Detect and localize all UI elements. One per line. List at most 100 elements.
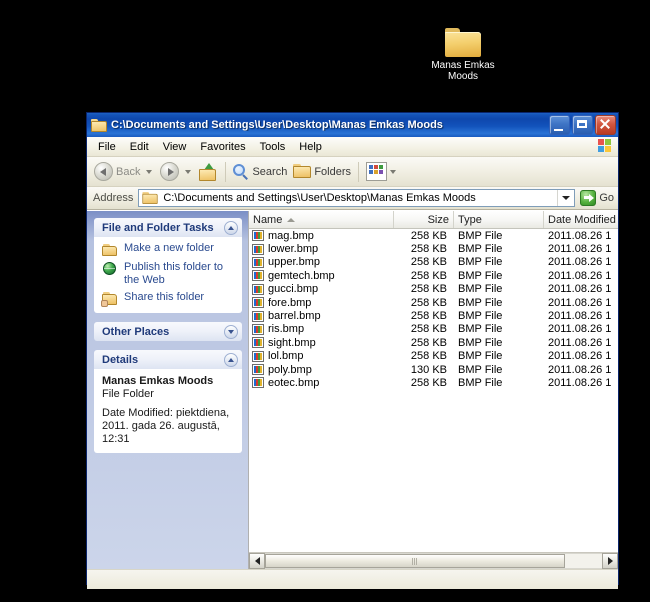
file-date-cell: 2011.08.26 1	[548, 350, 612, 363]
file-size-cell: 258 KB	[410, 310, 447, 323]
file-row[interactable]: gucci.bmp 258 KB BMP File 2011.08.26 1	[249, 283, 618, 296]
new-folder-icon	[102, 243, 119, 257]
menu-item-edit[interactable]: Edit	[123, 139, 156, 155]
chevron-up-icon[interactable]	[224, 220, 238, 235]
file-row[interactable]: upper.bmp 258 KB BMP File 2011.08.26 1	[249, 256, 618, 269]
file-name-label: lol.bmp	[268, 350, 304, 363]
file-date-cell: 2011.08.26 1	[548, 376, 612, 389]
go-button[interactable]: Go	[580, 190, 614, 206]
address-bar: Address C:\Documents and Settings\User\D…	[87, 187, 618, 210]
views-dropdown-caret-icon[interactable]	[390, 169, 397, 174]
panel-title-other-places: Other Places	[102, 325, 170, 338]
column-header-size-label: Size	[427, 213, 449, 226]
file-row[interactable]: fore.bmp 258 KB BMP File 2011.08.26 1	[249, 296, 618, 309]
file-name-label: gemtech.bmp	[268, 269, 335, 282]
column-header-name[interactable]: Name	[249, 211, 394, 228]
file-date-cell: 2011.08.26 1	[548, 296, 612, 309]
toolbar-separator-2	[358, 161, 360, 182]
column-header-size[interactable]: Size	[394, 211, 454, 228]
panel-other-places: Other Places	[94, 322, 242, 341]
file-name-label: upper.bmp	[268, 256, 320, 269]
file-row[interactable]: lower.bmp 258 KB BMP File 2011.08.26 1	[249, 242, 618, 255]
folder-icon	[445, 28, 481, 57]
chevron-up-icon-details[interactable]	[224, 352, 238, 367]
back-dropdown-caret-icon[interactable]	[146, 169, 153, 174]
search-button[interactable]: Search	[230, 162, 290, 182]
task-publish-this-folder-to-the-web[interactable]: Publish this folder to the Web	[102, 261, 236, 287]
column-header-date-modified[interactable]: Date Modified	[544, 211, 618, 228]
file-list-pane: Name Size Type Date Modified mag.bmp 258 …	[248, 211, 618, 569]
panel-body-file-and-folder-tasks: Make a new folder Publish this folder to…	[94, 237, 242, 313]
file-type-cell: BMP File	[458, 350, 503, 363]
address-value: C:\Documents and Settings\User\Desktop\M…	[163, 192, 476, 204]
minimize-button[interactable]	[549, 115, 570, 135]
panel-header-other-places[interactable]: Other Places	[94, 322, 242, 341]
forward-arrow-icon	[160, 162, 180, 181]
folders-button[interactable]: Folders	[290, 162, 354, 181]
file-name-cell: barrel.bmp	[249, 310, 394, 322]
panel-header-details[interactable]: Details	[94, 350, 242, 369]
file-name-label: mag.bmp	[268, 229, 314, 242]
file-row[interactable]: mag.bmp 258 KB BMP File 2011.08.26 1	[249, 229, 618, 242]
panel-header-file-and-folder-tasks[interactable]: File and Folder Tasks	[94, 218, 242, 237]
address-input[interactable]: C:\Documents and Settings\User\Desktop\M…	[138, 189, 576, 207]
menu-item-tools[interactable]: Tools	[253, 139, 293, 155]
file-name-cell: gucci.bmp	[249, 283, 394, 295]
file-row[interactable]: ris.bmp 258 KB BMP File 2011.08.26 1	[249, 323, 618, 336]
scrollbar-thumb[interactable]	[265, 554, 565, 568]
close-button[interactable]	[595, 115, 616, 135]
file-list-rows: mag.bmp 258 KB BMP File 2011.08.26 1 lower.b…	[249, 229, 618, 552]
scroll-left-button[interactable]	[249, 553, 265, 569]
file-row[interactable]: eotec.bmp 258 KB BMP File 2011.08.26 1	[249, 376, 618, 389]
task-share-this-folder[interactable]: Share this folder	[101, 291, 236, 307]
file-row[interactable]: gemtech.bmp 258 KB BMP File 2011.08.26 1	[249, 269, 618, 282]
file-size-cell: 258 KB	[410, 256, 447, 269]
views-button[interactable]	[363, 160, 404, 183]
bmp-file-icon	[252, 337, 264, 349]
bmp-file-icon	[252, 297, 264, 309]
file-name-cell: mag.bmp	[249, 230, 394, 242]
file-type-cell: BMP File	[458, 269, 503, 282]
maximize-button[interactable]	[572, 115, 593, 135]
forward-button[interactable]	[157, 160, 182, 183]
toolbar-separator	[225, 161, 227, 182]
file-date-cell: 2011.08.26 1	[548, 323, 612, 336]
file-row[interactable]: sight.bmp 258 KB BMP File 2011.08.26 1	[249, 336, 618, 349]
back-button[interactable]: Back	[91, 160, 143, 183]
menu-item-file[interactable]: File	[91, 139, 123, 155]
menu-item-help[interactable]: Help	[292, 139, 329, 155]
desktop-folder-icon-manas-emkas-moods[interactable]: Manas Emkas Moods	[428, 28, 498, 82]
details-date-modified: Date Modified: piektdiena, 2011. gada 26…	[102, 407, 230, 445]
file-row[interactable]: poly.bmp 130 KB BMP File 2011.08.26 1	[249, 363, 618, 376]
horizontal-scrollbar[interactable]	[249, 552, 618, 569]
forward-dropdown-caret-icon[interactable]	[185, 169, 192, 174]
address-folder-icon	[142, 191, 159, 205]
up-button[interactable]	[196, 161, 221, 183]
menu-bar: File Edit View Favorites Tools Help	[87, 137, 618, 157]
file-name-label: gucci.bmp	[268, 283, 319, 296]
file-name-label: fore.bmp	[268, 296, 312, 309]
menu-item-view[interactable]: View	[156, 139, 194, 155]
task-make-a-new-folder[interactable]: Make a new folder	[102, 242, 236, 257]
column-header-type-label: Type	[458, 213, 482, 226]
file-date-cell: 2011.08.26 1	[548, 310, 612, 323]
menu-item-favorites[interactable]: Favorites	[193, 139, 252, 155]
column-header-date-modified-label: Date Modified	[548, 213, 616, 226]
column-header-name-label: Name	[253, 213, 283, 226]
search-button-label: Search	[252, 165, 288, 178]
file-row[interactable]: lol.bmp 258 KB BMP File 2011.08.26 1	[249, 350, 618, 363]
details-folder-name: Manas Emkas Moods	[102, 375, 214, 387]
go-arrow-icon	[580, 190, 597, 206]
file-size-cell: 258 KB	[410, 336, 447, 349]
title-bar[interactable]: C:\Documents and Settings\User\Desktop\M…	[87, 113, 618, 137]
scrollbar-track[interactable]	[265, 553, 602, 569]
file-name-label: poly.bmp	[268, 363, 312, 376]
sidebar: File and Folder Tasks Make a new folder …	[87, 211, 248, 569]
file-row[interactable]: barrel.bmp 258 KB BMP File 2011.08.26 1	[249, 309, 618, 322]
address-dropdown-button[interactable]	[557, 190, 574, 206]
bmp-file-icon	[252, 323, 264, 335]
column-header-type[interactable]: Type	[454, 211, 544, 228]
scroll-right-button[interactable]	[602, 553, 618, 569]
chevron-down-icon[interactable]	[224, 324, 238, 339]
file-date-cell: 2011.08.26 1	[548, 229, 612, 242]
